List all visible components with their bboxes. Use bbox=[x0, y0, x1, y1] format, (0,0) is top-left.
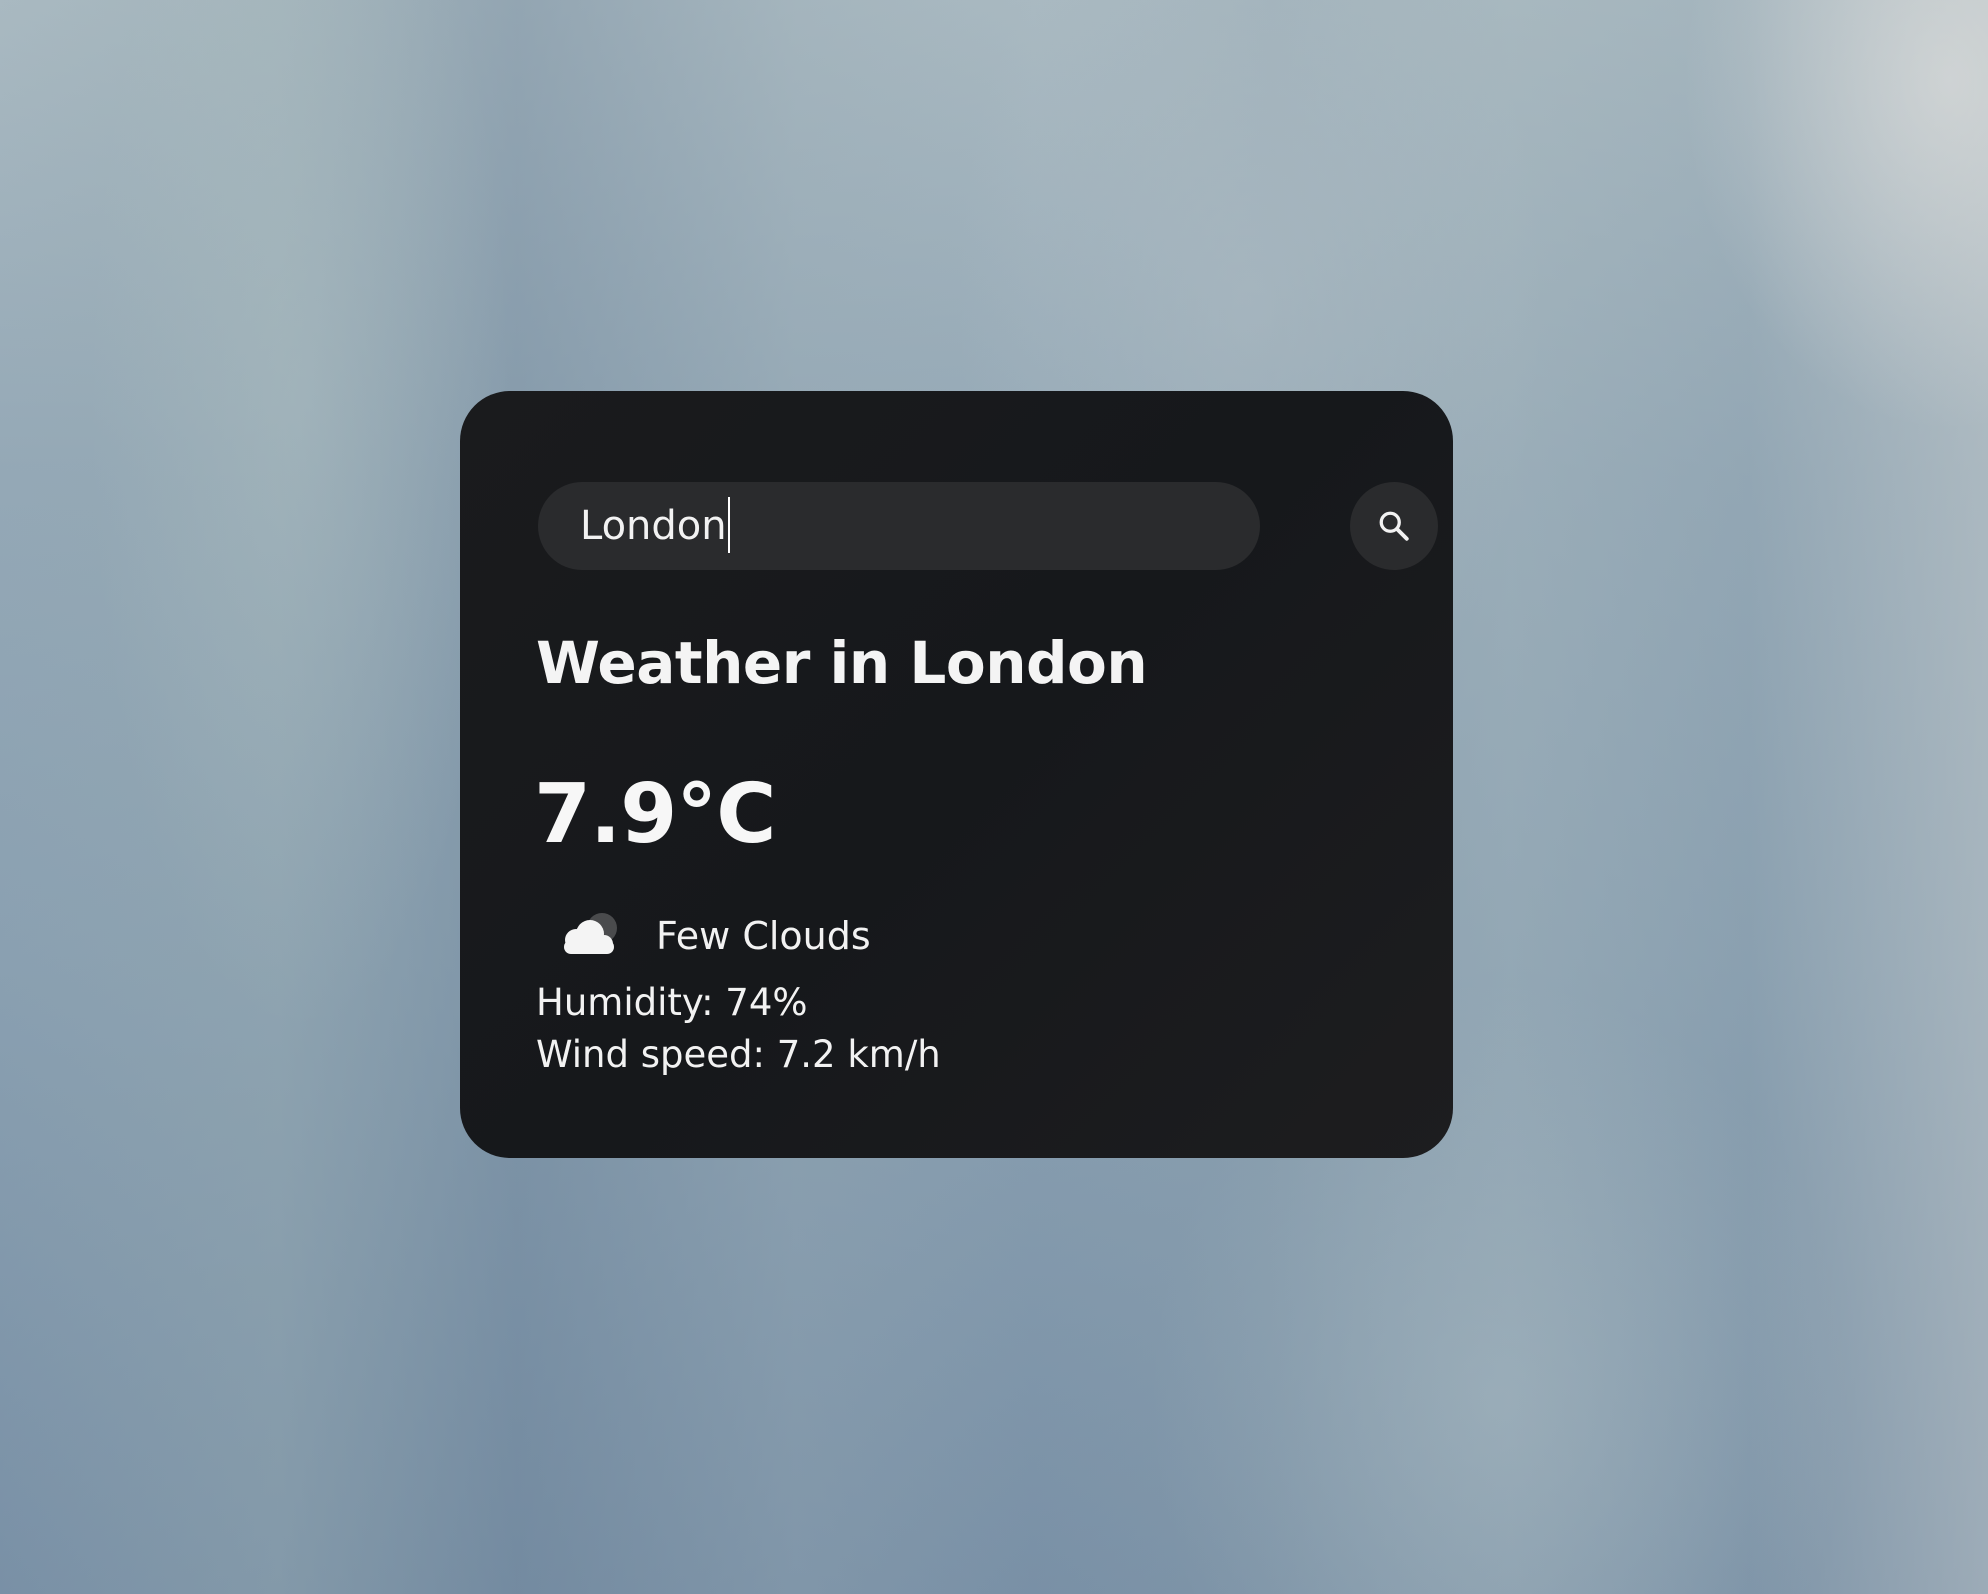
condition-label: Few Clouds bbox=[656, 914, 871, 958]
humidity-text: Humidity: 74% bbox=[536, 981, 808, 1024]
search-button[interactable] bbox=[1350, 482, 1438, 570]
temperature: 7.9°C bbox=[534, 767, 776, 862]
search-bar: London bbox=[538, 482, 1438, 570]
few-clouds-icon bbox=[564, 913, 617, 954]
search-icon bbox=[1379, 511, 1409, 541]
condition-row: Few Clouds bbox=[550, 901, 871, 971]
weather-card: London Weather in London 7.9°C Few Cloud… bbox=[460, 391, 1453, 1158]
city-title: Weather in London bbox=[536, 629, 1148, 697]
search-input[interactable] bbox=[538, 482, 1260, 570]
wind-speed-text: Wind speed: 7.2 km/h bbox=[536, 1033, 941, 1076]
